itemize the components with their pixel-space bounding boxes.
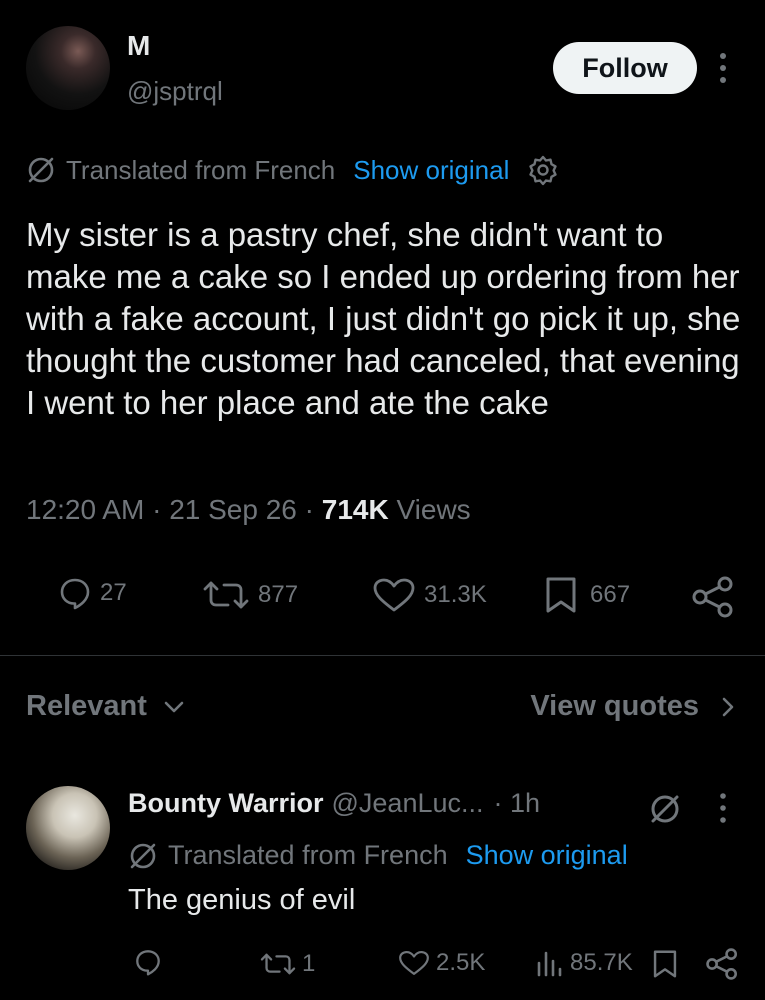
translation-settings-icon[interactable] (527, 154, 559, 186)
reply-repost-button[interactable]: 1 (258, 950, 315, 978)
reply-button[interactable]: 27 (58, 576, 127, 610)
reply-time[interactable]: · 1h (494, 788, 541, 819)
repost-icon (258, 951, 298, 977)
reply-more-options-icon[interactable] (712, 791, 734, 825)
reply-header: Bounty Warrior @JeanLuc... · 1h (128, 788, 540, 819)
heart-icon (372, 577, 416, 613)
divider (0, 655, 765, 656)
views-label: Views (396, 494, 471, 525)
chevron-down-icon (163, 700, 185, 714)
reply-like-count: 2.5K (436, 949, 486, 976)
reply-translate-icon[interactable] (648, 792, 682, 826)
share-icon[interactable] (692, 576, 734, 618)
reply-count: 27 (100, 579, 127, 606)
sort-label: Relevant (26, 690, 147, 722)
reply-reply-button[interactable] (134, 948, 168, 976)
reply-show-original-link[interactable]: Show original (466, 840, 628, 871)
reply-repost-count: 1 (302, 950, 316, 977)
reply-text: The genius of evil (128, 884, 356, 916)
chevron-right-icon (721, 696, 735, 718)
bookmark-button[interactable]: 667 (544, 576, 630, 614)
reply-icon (134, 948, 162, 976)
tweet-date[interactable]: 21 Sep 26 (169, 494, 297, 525)
author-avatar[interactable] (26, 26, 110, 110)
reply-author-name[interactable]: Bounty Warrior (128, 788, 324, 819)
reply-translation-label: Translated from French (168, 840, 448, 870)
tweet-meta: 12:20 AM · 21 Sep 26 · 714K Views (26, 494, 471, 526)
repost-count: 877 (258, 581, 299, 608)
reply-avatar[interactable] (26, 786, 110, 870)
translation-row: Translated from French Show original (26, 154, 559, 186)
tweet-time[interactable]: 12:20 AM (26, 494, 144, 525)
translate-icon (128, 841, 158, 871)
meta-separator: · (152, 494, 162, 525)
reply-views-button[interactable]: 85.7K (536, 949, 633, 977)
author-handle[interactable]: @jsptrql (127, 76, 223, 107)
repost-button[interactable]: 877 (200, 578, 298, 612)
more-options-icon[interactable] (712, 50, 734, 86)
reply-icon (58, 576, 92, 610)
bookmark-icon (544, 576, 578, 614)
heart-icon (398, 949, 430, 977)
view-quotes-label: View quotes (530, 690, 699, 722)
show-original-link[interactable]: Show original (353, 155, 509, 186)
reply-share-icon[interactable] (706, 948, 738, 980)
translation-label: Translated from French (66, 154, 336, 185)
view-quotes-link[interactable]: View quotes (530, 690, 735, 723)
follow-button[interactable]: Follow (553, 42, 697, 94)
reply-bookmark-icon[interactable] (652, 949, 678, 979)
author-name[interactable]: M (127, 30, 150, 62)
like-button[interactable]: 31.3K (372, 577, 487, 613)
meta-separator: · (304, 494, 314, 525)
like-count: 31.3K (424, 581, 487, 608)
translate-icon (26, 155, 56, 185)
reply-translation-row: Translated from French Show original (128, 840, 628, 871)
reply-like-button[interactable]: 2.5K (398, 949, 485, 977)
views-count: 714K (321, 494, 389, 525)
tweet-text: My sister is a pastry chef, she didn't w… (26, 216, 741, 421)
reply-author-handle[interactable]: @JeanLuc... (332, 788, 484, 819)
bookmark-count: 667 (590, 581, 631, 608)
views-chart-icon (536, 949, 562, 977)
repost-icon (200, 578, 252, 612)
sort-dropdown[interactable]: Relevant (26, 690, 185, 723)
reply-views-count: 85.7K (570, 949, 633, 976)
